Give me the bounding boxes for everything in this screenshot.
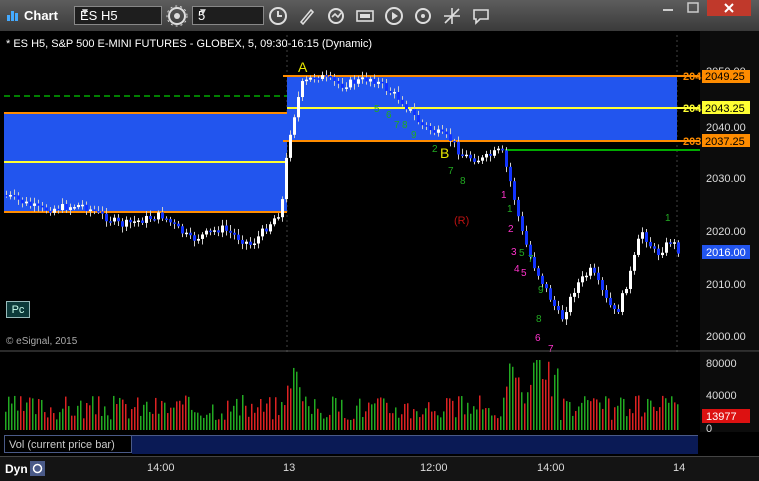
studies-button[interactable]	[354, 5, 376, 27]
volume-tick: 0	[706, 423, 712, 435]
pc-button[interactable]: Pc	[6, 301, 30, 318]
svg-text:4: 4	[514, 264, 520, 275]
price-tag-left: 204	[683, 71, 702, 83]
time-label: 12:00	[420, 462, 448, 474]
volume-study-label[interactable]: Vol (current price bar)	[4, 435, 132, 453]
play-icon	[385, 7, 403, 25]
svg-text:2: 2	[508, 224, 514, 235]
target-icon	[415, 8, 431, 24]
svg-text:6: 6	[535, 333, 541, 344]
notes-button[interactable]	[470, 5, 492, 27]
price-tag-left: 204	[683, 103, 702, 115]
link-gear-button[interactable]	[166, 5, 188, 27]
svg-text:6: 6	[386, 110, 392, 121]
time-axis-bar: Dyn	[0, 456, 759, 481]
price-tick: 2000.00	[706, 331, 746, 343]
price-tick: 2010.00	[706, 279, 746, 291]
draw-pencil-button[interactable]	[296, 5, 318, 27]
copyright: © eSignal, 2015	[6, 336, 78, 347]
svg-text:1: 1	[665, 213, 671, 224]
svg-text:2: 2	[432, 144, 438, 155]
svg-text:5: 5	[374, 104, 380, 115]
time-label: 14:00	[537, 462, 565, 474]
minimize-icon[interactable]	[656, 0, 680, 16]
time-label: 14:00	[147, 462, 175, 474]
speech-bubble-icon	[473, 9, 489, 25]
clock-icon	[269, 7, 287, 25]
last-price-value: 2016.00	[706, 247, 746, 259]
volume-study-bar	[132, 435, 698, 454]
price-tick: 2030.00	[706, 173, 746, 185]
window-title: Chart	[24, 8, 58, 23]
cursor-button[interactable]	[441, 5, 463, 27]
svg-text:7: 7	[394, 120, 400, 131]
title-bar: Chart ES H5 ▼ 5 ▼	[0, 0, 759, 32]
svg-text:9: 9	[411, 130, 417, 141]
annotation-b: B	[440, 145, 449, 161]
price-tag-value: 2037.25	[705, 136, 745, 148]
clock-button[interactable]	[267, 5, 289, 27]
svg-text:7: 7	[528, 254, 534, 265]
svg-text:7: 7	[448, 166, 454, 177]
chart-header: * ES H5, S&P 500 E-MINI FUTURES - GLOBEX…	[6, 38, 372, 50]
volume-tick: 40000	[706, 390, 737, 402]
svg-text:1: 1	[507, 204, 513, 215]
price-tick: 2020.00	[706, 226, 746, 238]
svg-text:5: 5	[519, 248, 525, 259]
play-button[interactable]	[383, 5, 405, 27]
close-icon[interactable]	[707, 0, 751, 16]
svg-text:8: 8	[460, 176, 466, 187]
volume-tick: 80000	[706, 358, 737, 370]
svg-text:8: 8	[536, 314, 542, 325]
price-tag-value: 2043.25	[705, 103, 745, 115]
time-label: 13	[283, 462, 296, 474]
annotation-a: A	[298, 59, 308, 75]
price-tag-value: 2049.25	[705, 71, 745, 83]
study-icon	[356, 10, 374, 22]
symbol-select[interactable]: ES H5 ▼	[74, 6, 162, 25]
chevron-down-icon: ▼	[198, 7, 208, 18]
price-tick: 2040.00	[706, 122, 746, 134]
svg-text:1: 1	[501, 190, 507, 201]
maximize-icon[interactable]	[681, 0, 706, 16]
svg-text:3: 3	[511, 247, 517, 258]
current-volume-value: 13977	[706, 411, 737, 423]
gear-icon	[166, 5, 188, 27]
refresh-button[interactable]	[325, 5, 347, 27]
time-label: 14	[673, 462, 686, 474]
price-tag-left: 203	[683, 136, 701, 148]
target-button[interactable]	[412, 5, 434, 27]
interval-select[interactable]: 5 ▼	[192, 6, 264, 25]
dynamic-label: Dyn	[5, 462, 28, 476]
svg-text:8: 8	[402, 120, 408, 131]
annotation-r: (R)	[454, 215, 469, 227]
svg-text:5: 5	[521, 268, 527, 279]
price-chart[interactable]: 56 78 92 78 11 23 57 45 98 67 1 A B (R) …	[0, 31, 759, 451]
chevron-down-icon: ▼	[80, 7, 90, 18]
svg-text:9: 9	[538, 285, 544, 296]
refresh-icon	[328, 8, 344, 24]
pencil-icon	[299, 8, 315, 26]
crosshair-icon	[444, 8, 460, 24]
chart-icon	[7, 11, 18, 21]
link-icon[interactable]	[30, 461, 45, 476]
